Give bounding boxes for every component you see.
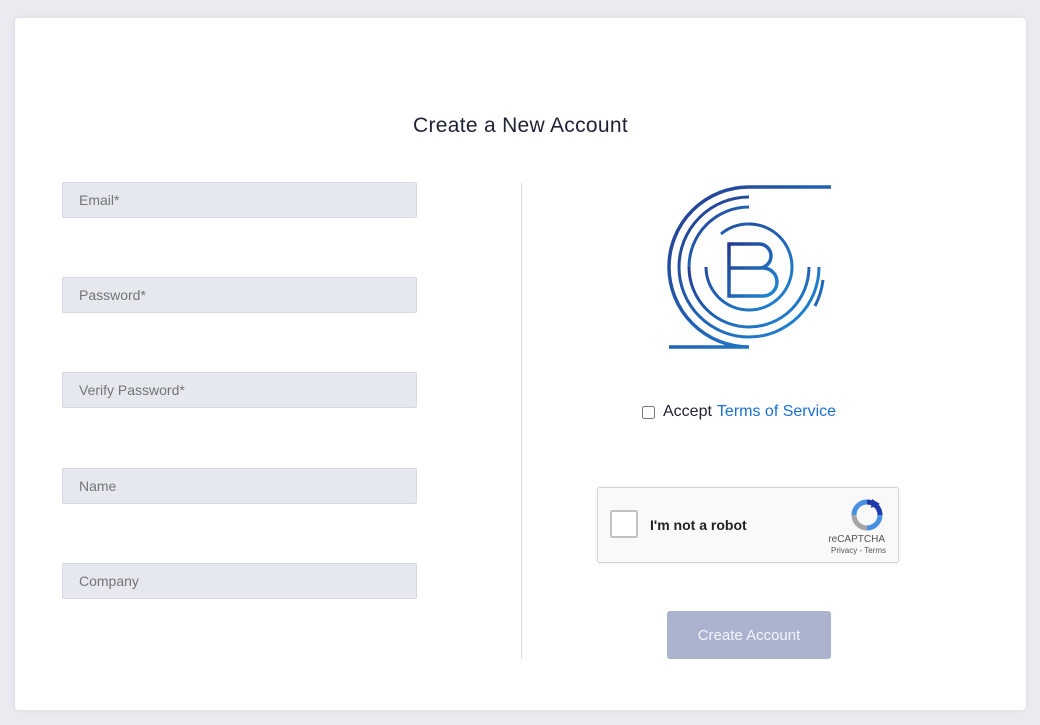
password-field[interactable] [62, 277, 417, 313]
column-divider [521, 183, 522, 659]
verify-password-field[interactable] [62, 372, 417, 408]
accept-terms-checkbox[interactable] [642, 405, 655, 419]
company-field[interactable] [62, 563, 417, 599]
recaptcha-privacy-link[interactable]: Privacy [831, 546, 857, 555]
accept-label: Accept [663, 403, 712, 420]
recaptcha-checkbox[interactable] [610, 510, 638, 538]
recaptcha-widget: I'm not a robot reCAPTCHA Privacy - Term… [597, 487, 899, 563]
signup-card: Create a New Account Email* Name Company… [15, 18, 1026, 710]
email-field[interactable] [62, 182, 417, 218]
name-field[interactable] [62, 468, 417, 504]
b-circuit-logo-icon [663, 185, 831, 349]
recaptcha-label: I'm not a robot [650, 517, 747, 533]
terms-row: Accept Terms of Service [642, 402, 836, 422]
create-account-button[interactable]: Create Account [667, 611, 831, 659]
page-title: Create a New Account [413, 114, 628, 137]
terms-of-service-link[interactable]: Terms of Service [717, 403, 836, 421]
recaptcha-brand: reCAPTCHA [828, 534, 885, 545]
recaptcha-icon [851, 499, 883, 531]
recaptcha-links: Privacy - Terms [831, 546, 886, 555]
recaptcha-terms-link[interactable]: Terms [864, 546, 886, 555]
